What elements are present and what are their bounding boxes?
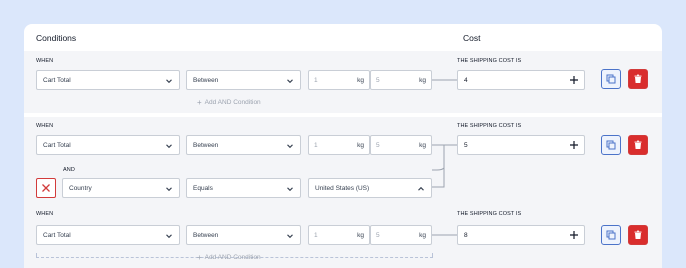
and-condition-field-value: Country	[69, 184, 92, 192]
condition-operator-select[interactable]: Between	[186, 135, 301, 155]
duplicate-icon	[606, 74, 616, 84]
connector-lines	[432, 144, 457, 188]
condition-operator-select[interactable]: Between	[186, 70, 301, 90]
range-from-unit: kg	[357, 77, 364, 84]
range-to-input[interactable]: 5 kg	[370, 135, 432, 155]
add-and-condition-label: Add AND Condition	[204, 254, 261, 261]
connector-line	[432, 234, 458, 236]
shipping-cost-input[interactable]: 8	[457, 225, 585, 245]
condition-operator-value: Between	[193, 231, 219, 239]
chevron-down-icon	[166, 79, 172, 84]
range-from-value: 1	[314, 142, 318, 149]
chevron-down-icon	[287, 187, 293, 192]
chevron-down-icon	[166, 144, 172, 149]
table-header: Conditions Cost	[24, 24, 662, 51]
cost-label: THE SHIPPING COST IS	[457, 123, 522, 129]
rule-row-3: WHEN THE SHIPPING COST IS Cart Total Bet…	[24, 205, 662, 268]
trash-icon	[634, 140, 642, 149]
and-condition-operator-value: Equals	[193, 184, 213, 192]
chevron-down-icon	[166, 234, 172, 239]
when-label: WHEN	[36, 123, 54, 129]
condition-field-value: Cart Total	[43, 76, 71, 84]
condition-field-value: Cart Total	[43, 141, 71, 149]
chevron-down-icon	[287, 144, 293, 149]
when-label: WHEN	[36, 211, 54, 217]
cost-label: THE SHIPPING COST IS	[457, 211, 522, 217]
plus-icon[interactable]	[569, 140, 579, 150]
and-condition-value: United States (US)	[315, 184, 370, 192]
range-from-input[interactable]: 1 kg	[308, 225, 370, 245]
condition-operator-value: Between	[193, 141, 219, 149]
connector-line	[432, 79, 458, 81]
plus-icon: +	[197, 97, 202, 107]
condition-field-select[interactable]: Cart Total	[36, 135, 180, 155]
add-and-condition-button[interactable]: + Add AND Condition	[197, 252, 261, 262]
delete-rule-button[interactable]	[628, 225, 648, 245]
range-from-value: 1	[314, 77, 318, 84]
remove-condition-button[interactable]	[36, 178, 56, 198]
rule-row-2: WHEN THE SHIPPING COST IS Cart Total Bet…	[24, 117, 662, 205]
chevron-down-icon	[287, 79, 293, 84]
shipping-rules-card: Conditions Cost WHEN THE SHIPPING COST I…	[24, 24, 662, 268]
range-to-value: 5	[376, 232, 380, 239]
duplicate-icon	[606, 230, 616, 240]
duplicate-rule-button[interactable]	[601, 69, 621, 89]
range-to-unit: kg	[419, 77, 426, 84]
plus-icon[interactable]	[569, 75, 579, 85]
condition-field-select[interactable]: Cart Total	[36, 225, 180, 245]
range-to-input[interactable]: 5 kg	[370, 70, 432, 90]
duplicate-rule-button[interactable]	[601, 225, 621, 245]
range-from-value: 1	[314, 232, 318, 239]
duplicate-rule-button[interactable]	[601, 135, 621, 155]
close-icon	[42, 184, 50, 192]
range-to-unit: kg	[419, 232, 426, 239]
add-and-condition-label: Add AND Condition	[204, 99, 261, 106]
trash-icon	[634, 74, 642, 83]
delete-rule-button[interactable]	[628, 69, 648, 89]
cost-label: THE SHIPPING COST IS	[457, 58, 522, 64]
shipping-cost-value: 5	[464, 142, 468, 149]
chevron-up-icon	[418, 186, 424, 191]
duplicate-icon	[606, 140, 616, 150]
shipping-cost-value: 8	[464, 232, 468, 239]
and-label: AND	[63, 167, 75, 173]
and-condition-field-select[interactable]: Country	[62, 178, 180, 198]
cost-heading: Cost	[463, 33, 481, 43]
plus-icon[interactable]	[569, 230, 579, 240]
condition-field-value: Cart Total	[43, 231, 71, 239]
range-from-input[interactable]: 1 kg	[308, 135, 370, 155]
range-to-input[interactable]: 5 kg	[370, 225, 432, 245]
chevron-down-icon	[287, 234, 293, 239]
condition-field-select[interactable]: Cart Total	[36, 70, 180, 90]
shipping-cost-input[interactable]: 5	[457, 135, 585, 155]
range-to-unit: kg	[419, 142, 426, 149]
condition-operator-select[interactable]: Between	[186, 225, 301, 245]
conditions-heading: Conditions	[36, 33, 77, 43]
delete-rule-button[interactable]	[628, 135, 648, 155]
condition-operator-value: Between	[193, 76, 219, 84]
range-to-value: 5	[376, 142, 380, 149]
range-from-input[interactable]: 1 kg	[308, 70, 370, 90]
range-from-unit: kg	[357, 142, 364, 149]
and-condition-operator-select[interactable]: Equals	[186, 178, 301, 198]
shipping-cost-input[interactable]: 4	[457, 70, 585, 90]
range-to-value: 5	[376, 77, 380, 84]
shipping-cost-value: 4	[464, 77, 468, 84]
add-and-condition-button[interactable]: + Add AND Condition	[197, 97, 261, 107]
rule-row-1: WHEN THE SHIPPING COST IS Cart Total Bet…	[24, 51, 662, 113]
trash-icon	[634, 230, 642, 239]
and-condition-value-select[interactable]: United States (US)	[308, 178, 432, 198]
plus-icon: +	[197, 252, 202, 262]
range-from-unit: kg	[357, 232, 364, 239]
when-label: WHEN	[36, 58, 54, 64]
chevron-down-icon	[166, 187, 172, 192]
